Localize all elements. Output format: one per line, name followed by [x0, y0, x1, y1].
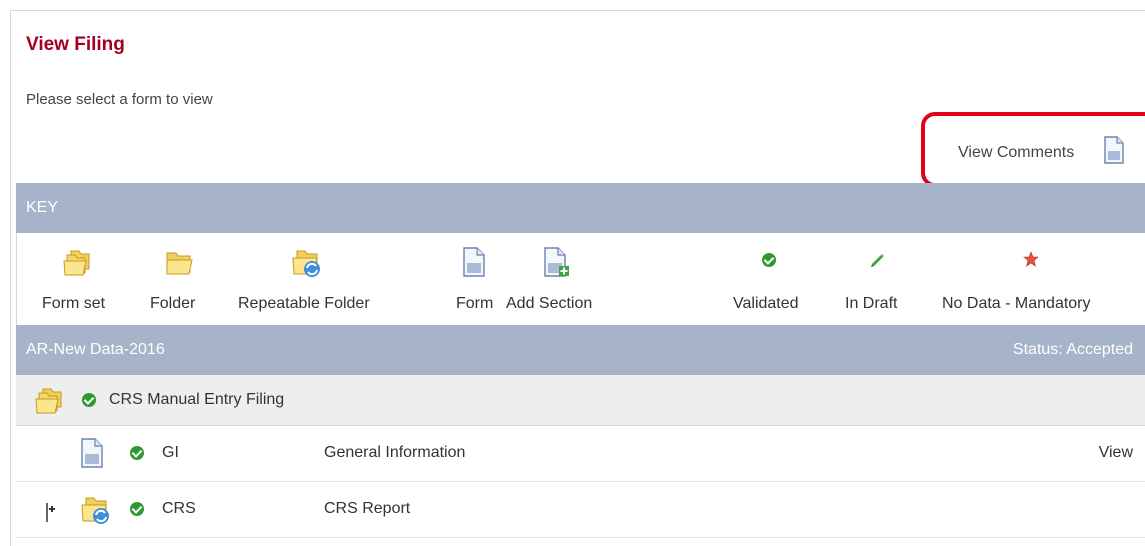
document-icon[interactable] [1104, 136, 1124, 169]
key-label-no-data-mandatory: No Data - Mandatory [942, 295, 1091, 312]
pencil-icon [869, 251, 885, 272]
form-icon [463, 247, 485, 282]
table-row[interactable]: CRS CRS Report [16, 482, 1145, 538]
filing-status: Status: Accepted [1012, 341, 1133, 358]
filing-name: AR-New Data-2016 [26, 341, 165, 358]
key-label-in-draft: In Draft [845, 295, 898, 312]
filing-header-bar: AR-New Data-2016 Status: Accepted [16, 325, 1145, 375]
form-set-label[interactable]: CRS Manual Entry Filing [109, 391, 284, 409]
add-section-icon [544, 247, 570, 282]
validated-icon [130, 502, 144, 521]
key-legend: Form set Folder Repeatable Folder Form A… [16, 233, 1145, 325]
validated-icon [82, 393, 96, 412]
key-label-validated: Validated [733, 295, 799, 312]
key-label-form: Form [456, 295, 494, 312]
key-label-repeatable-folder: Repeatable Folder [238, 295, 370, 312]
page-title: View Filing [26, 34, 125, 55]
repeatable-folder-icon [80, 494, 112, 531]
form-set-icon [62, 247, 92, 282]
view-comments-link[interactable]: View Comments [958, 136, 1124, 164]
form-set-row[interactable]: CRS Manual Entry Filing [16, 375, 1145, 426]
folder-icon [164, 247, 194, 282]
validated-icon [130, 446, 144, 465]
key-header-bar: KEY [16, 183, 1145, 233]
form-icon [81, 438, 103, 473]
expand-icon[interactable] [46, 503, 48, 522]
repeatable-folder-icon [291, 247, 323, 284]
row-name: General Information [324, 444, 466, 461]
row-name: CRS Report [324, 500, 411, 517]
row-code: GI [162, 444, 179, 461]
key-label-folder: Folder [150, 295, 196, 312]
key-label-add-section: Add Section [506, 295, 593, 312]
row-code: CRS [162, 500, 196, 517]
view-link[interactable]: View [1099, 444, 1133, 462]
validated-icon [762, 253, 776, 272]
table-row[interactable]: GI General Information View [16, 426, 1145, 482]
form-set-icon [34, 385, 64, 420]
key-label-form-set: Form set [42, 295, 106, 312]
view-comments-label[interactable]: View Comments [958, 144, 1074, 162]
key-header: KEY [26, 199, 59, 216]
star-icon [1023, 251, 1039, 272]
filing-table: KEY Form set Folder Repeatable Folder Fo… [16, 183, 1145, 538]
instruction-text: Please select a form to view [26, 91, 213, 108]
